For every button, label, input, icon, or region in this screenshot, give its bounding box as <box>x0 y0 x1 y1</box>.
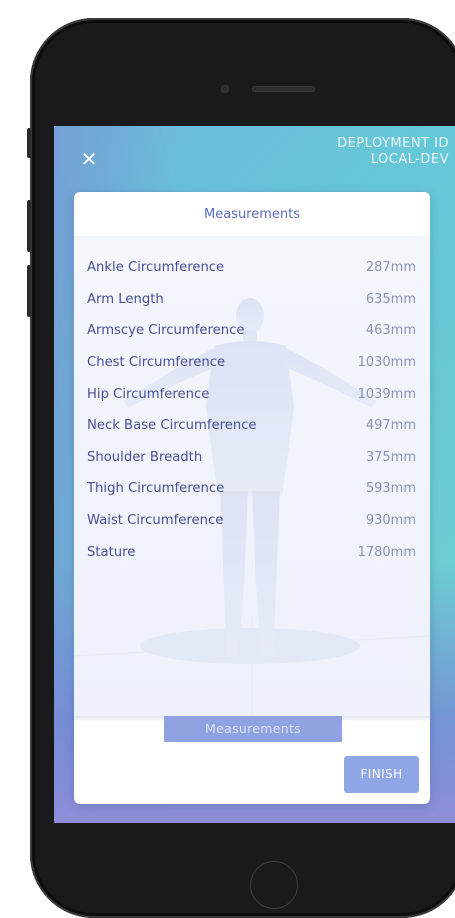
earpiece-speaker <box>252 86 315 92</box>
tab-bar: Measurements <box>74 716 430 746</box>
measurement-list: Ankle Circumference 287mm Arm Length 635… <box>74 252 430 568</box>
measurement-value: 593mm <box>365 481 416 497</box>
mute-switch <box>27 128 31 158</box>
measurement-value: 497mm <box>365 418 416 434</box>
front-camera <box>221 85 229 93</box>
volume-up-button <box>27 200 31 252</box>
measurement-name: Neck Base Circumference <box>87 418 257 434</box>
card-title: Measurements <box>74 192 430 236</box>
measurement-value: 635mm <box>365 291 416 307</box>
close-icon[interactable]: ✕ <box>78 148 100 170</box>
home-button[interactable] <box>250 861 298 909</box>
measurement-name: Armscye Circumference <box>87 323 245 339</box>
app-screen: ✕ DEPLOYMENT ID LOCAL-DEV Measurements A… <box>54 126 455 823</box>
measurement-value: 1780mm <box>357 544 416 560</box>
measurement-name: Ankle Circumference <box>87 260 225 276</box>
tab-measurements[interactable]: Measurements <box>164 716 342 742</box>
list-item: Stature 1780mm <box>74 536 430 568</box>
measurement-value: 463mm <box>365 323 416 339</box>
measurement-name: Hip Circumference <box>87 386 210 402</box>
measurement-name: Stature <box>87 544 136 560</box>
measurement-value: 930mm <box>365 513 416 529</box>
list-item: Armscye Circumference 463mm <box>74 315 430 347</box>
finish-button[interactable]: FINISH <box>344 756 419 793</box>
measurements-content: Ankle Circumference 287mm Arm Length 635… <box>74 236 430 716</box>
list-item: Arm Length 635mm <box>74 284 430 316</box>
list-item: Hip Circumference 1039mm <box>74 378 430 410</box>
list-item: Neck Base Circumference 497mm <box>74 410 430 442</box>
measurement-name: Thigh Circumference <box>87 481 225 497</box>
list-item: Waist Circumference 930mm <box>74 505 430 537</box>
measurement-value: 287mm <box>365 260 416 276</box>
measurement-name: Arm Length <box>87 291 164 307</box>
deployment-id-label: DEPLOYMENT ID <box>337 136 449 151</box>
measurement-value: 1039mm <box>357 386 416 402</box>
measurements-card: Measurements Ankle Circumference 287mm A… <box>74 192 430 804</box>
measurement-value: 375mm <box>365 449 416 465</box>
list-item: Chest Circumference 1030mm <box>74 347 430 379</box>
deployment-info: DEPLOYMENT ID LOCAL-DEV <box>337 136 449 168</box>
list-item: Shoulder Breadth 375mm <box>74 442 430 474</box>
measurement-value: 1030mm <box>357 355 416 371</box>
list-item: Ankle Circumference 287mm <box>74 252 430 284</box>
measurement-name: Shoulder Breadth <box>87 449 203 465</box>
measurement-name: Chest Circumference <box>87 355 226 371</box>
volume-down-button <box>27 265 31 317</box>
list-item: Thigh Circumference 593mm <box>74 473 430 505</box>
measurement-name: Waist Circumference <box>87 513 224 529</box>
deployment-id-value: LOCAL-DEV <box>370 152 449 167</box>
